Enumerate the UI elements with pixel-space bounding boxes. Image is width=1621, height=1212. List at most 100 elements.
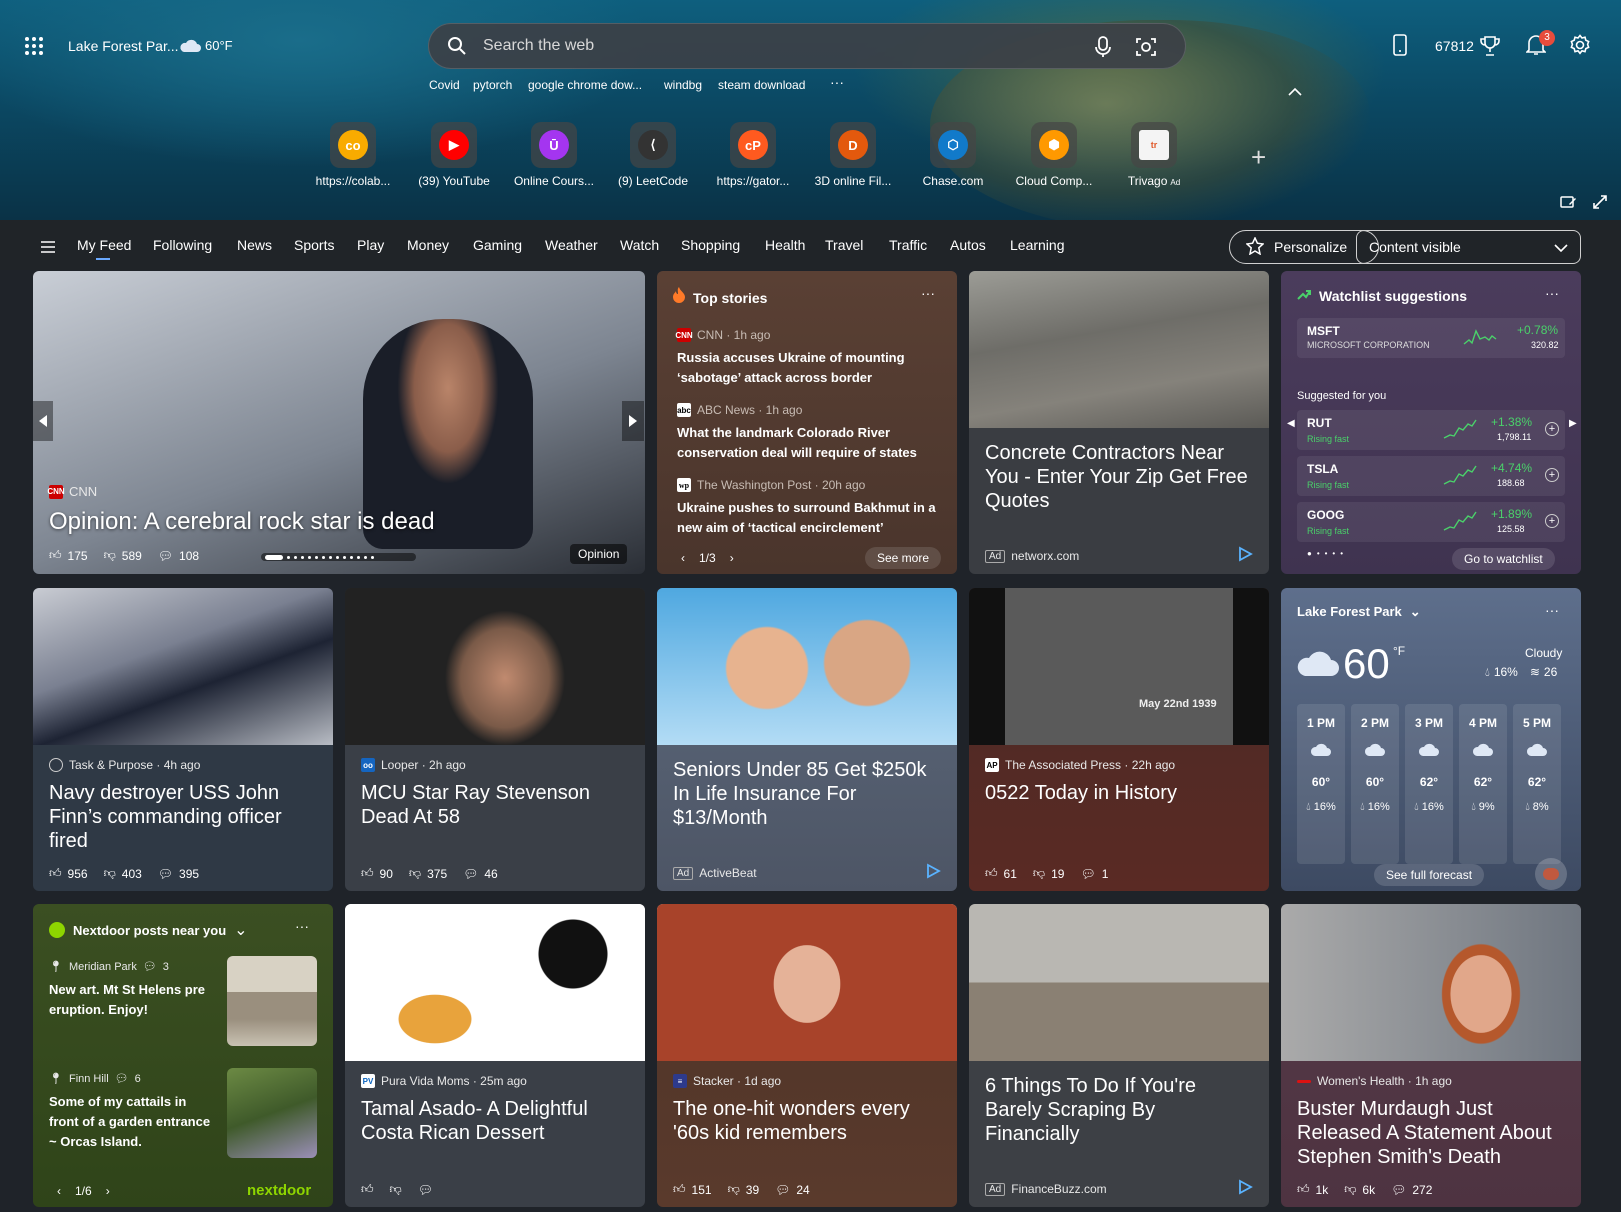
quick-link[interactable]: cP https://gator... [707, 122, 799, 188]
news-card-history[interactable]: May 22nd 1939 AP The Associated Press · 2… [969, 588, 1269, 891]
add-to-watchlist-icon[interactable]: + [1545, 468, 1559, 482]
story-title[interactable]: Navy destroyer USS John Finn’s commandin… [49, 781, 319, 853]
post-text[interactable]: New art. Mt St Helens pre eruption. Enjo… [49, 980, 219, 1020]
more-options-icon[interactable]: ··· [921, 285, 935, 301]
insurance-ad-card[interactable]: Seniors Under 85 Get $250k In Life Insur… [657, 588, 957, 891]
dislike-button[interactable]: 👎︎ 375 [409, 866, 447, 881]
dislike-button[interactable]: 👎︎ 39 [728, 1182, 760, 1197]
carousel-dots[interactable] [261, 553, 416, 561]
tab-health[interactable]: Health [765, 237, 805, 253]
see-more-button[interactable]: See more [865, 547, 942, 569]
hourly-forecast[interactable]: 2 PM 60° 💧︎ 16% [1351, 704, 1399, 864]
expand-icon[interactable] [1592, 194, 1608, 215]
stock-suggestion-row[interactable]: TSLA Rising fast +4.74% 188.68 + [1297, 456, 1565, 496]
more-options-icon[interactable]: ··· [1545, 602, 1559, 618]
story-title[interactable]: Buster Murdaugh Just Released A Statemen… [1297, 1097, 1567, 1169]
next-page-icon[interactable]: › [106, 1184, 110, 1198]
weather-card[interactable]: Lake Forest Park ⌄ ··· 60 °F Cloudy 💧︎ 16%… [1281, 588, 1581, 891]
comment-button[interactable]: 💬︎ 272 [1391, 1183, 1432, 1197]
dislike-button[interactable]: 👎︎ 403 [104, 866, 142, 881]
story-title[interactable]: Ukraine pushes to surround Bakhmut in a … [677, 498, 939, 538]
story-title[interactable]: The one-hit wonders every '60s kid remem… [673, 1097, 943, 1145]
dislike-button[interactable]: 👎︎ [390, 1182, 402, 1197]
trending-search-3[interactable]: windbg [664, 78, 702, 92]
news-card-murdaugh[interactable]: Women's Health · 1h ago Buster Murdaugh … [1281, 904, 1581, 1207]
comment-button[interactable]: 💬︎ 24 [775, 1183, 810, 1197]
dislike-button[interactable]: 👎︎ 19 [1033, 866, 1065, 881]
tab-autos[interactable]: Autos [950, 237, 986, 253]
hourly-forecast[interactable]: 3 PM 62° 💧︎ 16% [1405, 704, 1453, 864]
add-to-watchlist-icon[interactable]: + [1545, 514, 1559, 528]
hourly-forecast[interactable]: 4 PM 62° 💧︎ 9% [1459, 704, 1507, 864]
hero-title[interactable]: Opinion: A cerebral rock star is dead [49, 508, 435, 536]
like-button[interactable]: 👍︎ [361, 1182, 374, 1197]
tab-following[interactable]: Following [153, 237, 212, 253]
location-label[interactable]: Lake Forest Par... [68, 38, 179, 54]
header-temp[interactable]: 60°F [205, 38, 233, 53]
weather-location-dropdown[interactable]: Lake Forest Park ⌄ [1297, 604, 1421, 620]
tab-money[interactable]: Money [407, 237, 449, 253]
hamburger-menu-icon[interactable] [41, 240, 55, 258]
phone-icon[interactable] [1393, 34, 1407, 61]
trending-search-4[interactable]: steam download [718, 78, 805, 92]
hero-news-card[interactable]: CNN CNN Opinion: A cerebral rock star is … [33, 271, 645, 574]
stock-suggestion-row[interactable]: RUT Rising fast +1.38% 1,798.11 + [1297, 410, 1565, 450]
more-options-icon[interactable]: ··· [1545, 285, 1559, 301]
tab-gaming[interactable]: Gaming [473, 237, 522, 253]
more-dots-icon[interactable]: ··· [830, 74, 844, 90]
content-visible-dropdown[interactable]: Content visible [1356, 230, 1581, 264]
carousel-next-icon[interactable] [622, 401, 644, 441]
dislike-button[interactable]: 👎︎ 6k [1344, 1182, 1375, 1197]
finance-ad-card[interactable]: 6 Things To Do If You're Barely Scraping… [969, 904, 1269, 1207]
tab-play[interactable]: Play [357, 237, 384, 253]
watchlist-prev-icon[interactable]: ◀ [1287, 418, 1295, 429]
see-full-forecast-button[interactable]: See full forecast [1374, 864, 1485, 886]
hourly-forecast[interactable]: 5 PM 62° 💧︎ 8% [1513, 704, 1561, 864]
collapse-chevron-icon[interactable] [1288, 84, 1302, 102]
hourly-forecast[interactable]: 1 PM 60° 💧︎ 16% [1297, 704, 1345, 864]
more-options-icon[interactable]: ··· [295, 918, 309, 934]
story-title[interactable]: Russia accuses Ukraine of mounting ‘sabo… [677, 348, 939, 388]
like-button[interactable]: 👍︎ 90 [361, 866, 393, 881]
quick-link[interactable]: D 3D online Fil... [807, 122, 899, 188]
quick-link[interactable]: tr Trivago Ad [1108, 122, 1200, 188]
news-card-onehit[interactable]: ≡ Stacker · 1d ago The one-hit wonders ev… [657, 904, 957, 1207]
like-button[interactable]: 👍︎ 175 [49, 548, 88, 563]
news-card-navy[interactable]: Task & Purpose · 4h ago Navy destroyer U… [33, 588, 333, 891]
like-button[interactable]: 👍︎ 61 [985, 866, 1017, 881]
story-title[interactable]: Tamal Asado- A Delightful Costa Rican De… [361, 1097, 631, 1145]
story-title[interactable]: 0522 Today in History [985, 781, 1255, 805]
edit-background-icon[interactable] [1560, 194, 1576, 215]
quick-link[interactable]: ⬡ Chase.com [907, 122, 999, 188]
news-card-mcu[interactable]: oo Looper · 2h ago MCU Star Ray Stevenson… [345, 588, 645, 891]
comment-button[interactable]: 💬︎ 395 [158, 867, 199, 881]
comment-button[interactable]: 💬︎ 1 [1080, 867, 1108, 881]
comment-button[interactable]: 💬︎ [418, 1183, 433, 1197]
watchlist-next-icon[interactable]: ▶ [1569, 418, 1577, 429]
post-thumbnail[interactable] [227, 956, 317, 1046]
go-to-watchlist-button[interactable]: Go to watchlist [1452, 548, 1555, 570]
story-title[interactable]: What the landmark Colorado River conserv… [677, 423, 939, 463]
stock-suggestion-row[interactable]: GOOG Rising fast +1.89% 125.58 + [1297, 502, 1565, 542]
post-text[interactable]: Some of my cattails in front of a garden… [49, 1092, 219, 1152]
tab-sports[interactable]: Sports [294, 237, 334, 253]
carousel-prev-icon[interactable] [33, 401, 53, 441]
trending-search-2[interactable]: google chrome dow... [528, 78, 642, 92]
rewards-points[interactable]: 67812 [1435, 38, 1474, 54]
tab-learning[interactable]: Learning [1010, 237, 1065, 253]
tab-shopping[interactable]: Shopping [681, 237, 740, 253]
search-input[interactable] [483, 24, 1063, 68]
tab-my-feed[interactable]: My Feed [77, 237, 131, 253]
quick-link[interactable]: ⬢ Cloud Comp... [1008, 122, 1100, 188]
prev-page-icon[interactable]: ‹ [57, 1184, 61, 1198]
story-title[interactable]: MCU Star Ray Stevenson Dead At 58 [361, 781, 631, 829]
tab-watch[interactable]: Watch [620, 237, 659, 253]
quick-link[interactable]: ⟨ (9) LeetCode [607, 122, 699, 188]
quick-link[interactable]: co https://colab... [307, 122, 399, 188]
quick-link[interactable]: ▶ (39) YouTube [408, 122, 500, 188]
visual-search-icon[interactable] [1135, 36, 1157, 63]
add-quick-link-icon[interactable]: + [1251, 142, 1266, 173]
ad-title[interactable]: Seniors Under 85 Get $250k In Life Insur… [673, 758, 943, 830]
like-button[interactable]: 👍︎ 956 [49, 866, 88, 881]
msft-row[interactable]: MSFT MICROSOFT CORPORATION +0.78% 320.82 [1297, 318, 1565, 358]
